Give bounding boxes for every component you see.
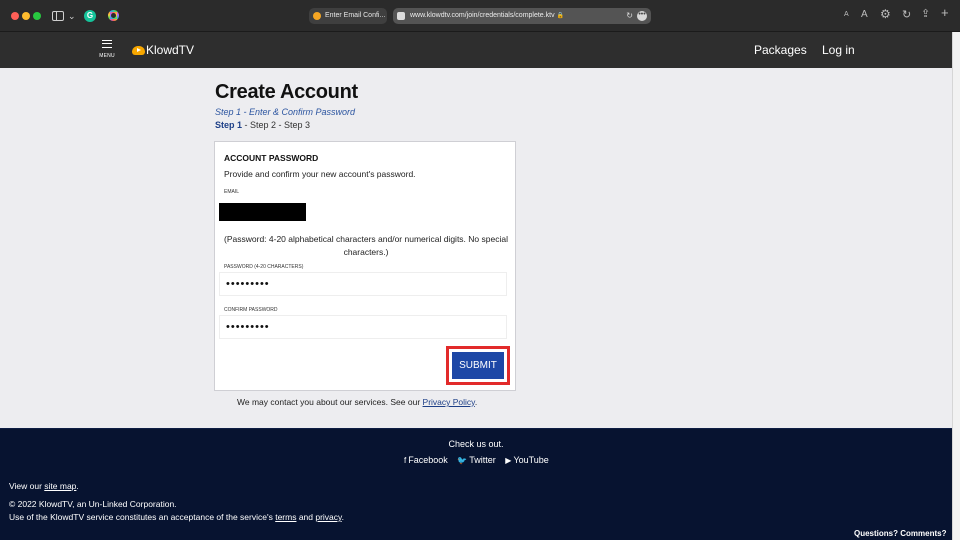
email-label: EMAIL — [224, 189, 240, 195]
step-progress: Step 1 - Step 2 - Step 3 — [215, 120, 310, 130]
password-label: PASSWORD (4-20 CHARACTERS) — [224, 264, 304, 270]
form-description: Provide and confirm your new account's p… — [224, 169, 416, 179]
address-bar[interactable]: www.klowdtv.com/join/credentials/complet… — [393, 8, 651, 24]
form-heading: ACCOUNT PASSWORD — [224, 153, 319, 163]
menu-button[interactable]: MENU — [98, 40, 116, 59]
klowdtv-logo[interactable]: KlowdTV — [132, 43, 194, 57]
terms-link[interactable]: terms — [275, 512, 296, 522]
text-smaller-button[interactable]: A — [844, 11, 849, 18]
confirm-password-label: CONFIRM PASSWORD — [224, 307, 278, 313]
submit-highlight: SUBMIT — [446, 346, 510, 385]
logo-text: KlowdTV — [146, 43, 195, 57]
contact-notice: We may contact you about our services. S… — [237, 397, 477, 407]
youtube-label: YouTube — [513, 455, 549, 465]
nav-login-link[interactable]: Log in — [822, 43, 855, 57]
facebook-label: Facebook — [408, 455, 448, 465]
confirm-password-input[interactable]: ••••••••• — [219, 315, 507, 339]
site-map-line: View our site map. — [9, 481, 79, 491]
close-window-button[interactable] — [11, 12, 19, 20]
hamburger-icon — [102, 40, 112, 48]
lock-icon: 🔒 — [556, 13, 565, 19]
youtube-link[interactable]: ▶ YouTube — [505, 455, 549, 465]
site-header: MENU KlowdTV — [0, 32, 952, 68]
contact-text: We may contact you about our services. S… — [237, 397, 423, 407]
social-links: f Facebook 🐦 Twitter ▶ YouTube — [404, 455, 556, 465]
tab-title: Enter Email Confi... — [325, 12, 386, 19]
url-text: www.klowdtv.com/join/credentials/complet… — [410, 12, 555, 19]
current-step: Step 1 — [215, 120, 243, 130]
more-options-icon[interactable]: ••• — [637, 11, 647, 21]
twitter-label: Twitter — [469, 455, 496, 465]
tab-favicon-icon — [313, 12, 321, 20]
terms-and: and — [296, 512, 316, 522]
page-title: Create Account — [215, 81, 358, 103]
site-favicon-icon — [397, 12, 405, 20]
password-input[interactable]: ••••••••• — [219, 272, 507, 296]
contact-period: . — [474, 397, 478, 407]
fullscreen-window-button[interactable] — [33, 12, 41, 20]
site-map-link[interactable]: site map — [44, 481, 76, 491]
email-value-redacted — [219, 203, 306, 221]
submit-button[interactable]: SUBMIT — [452, 352, 504, 379]
site-map-suffix: . — [76, 481, 79, 491]
site-map-prefix: View our — [9, 481, 45, 491]
cloud-play-icon — [132, 46, 145, 55]
password-requirements: (Password: 4-20 alphabetical characters … — [224, 234, 508, 257]
nav-packages-link[interactable]: Packages — [754, 43, 807, 57]
minimize-window-button[interactable] — [22, 12, 30, 20]
browser-tab[interactable]: Enter Email Confi... — [309, 8, 387, 24]
settings-gear-icon[interactable]: ⚙ — [880, 7, 891, 21]
new-tab-plus-icon[interactable]: + — [941, 5, 949, 20]
twitter-icon: 🐦 — [457, 456, 468, 465]
step-subtitle: Step 1 - Enter & Confirm Password — [215, 107, 356, 117]
refresh-icon[interactable]: ↻ — [902, 8, 911, 21]
terms-suffix: . — [341, 512, 345, 522]
questions-comments-button[interactable]: Questions? Comments? — [854, 529, 946, 538]
copyright-text: © 2022 KlowdTV, an Un-Linked Corporation… — [9, 499, 177, 509]
text-larger-button[interactable]: A — [861, 9, 868, 20]
twitter-link[interactable]: 🐦 Twitter — [457, 455, 495, 465]
terms-prefix: Use of the KlowdTV service constitutes a… — [9, 512, 276, 522]
scrollbar[interactable] — [952, 32, 960, 540]
facebook-icon: f — [404, 456, 407, 465]
terms-line: Use of the KlowdTV service constitutes a… — [9, 512, 344, 522]
site-footer: Check us out. f Facebook 🐦 Twitter ▶ YouTub… — [0, 428, 952, 540]
privacy-policy-link[interactable]: Privacy Policy — [423, 397, 475, 407]
reload-icon[interactable]: ↻ — [626, 8, 633, 24]
share-icon[interactable]: ⇪ — [921, 7, 930, 20]
facebook-link[interactable]: f Facebook — [404, 455, 448, 465]
privacy-link[interactable]: privacy — [315, 512, 341, 522]
password-form-card: ACCOUNT PASSWORD Provide and confirm you… — [214, 141, 516, 391]
check-us-out-text: Check us out. — [448, 439, 504, 449]
chevron-down-icon[interactable]: ⌄ — [68, 9, 76, 23]
browser-toolbar: ⌄ G Enter Email Confi... www.klowdtv.com… — [0, 0, 960, 32]
sidebar-toggle-icon[interactable] — [52, 11, 64, 21]
color-extension-icon[interactable] — [108, 10, 119, 21]
grammarly-extension-icon[interactable]: G — [84, 10, 96, 22]
remaining-steps: - Step 2 - Step 3 — [242, 120, 311, 130]
menu-label: MENU — [99, 53, 115, 59]
youtube-icon: ▶ — [505, 456, 512, 465]
